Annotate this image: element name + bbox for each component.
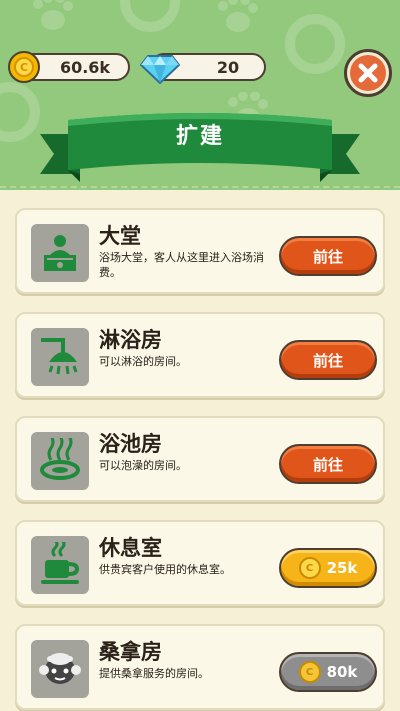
close-button[interactable] xyxy=(344,49,392,97)
room-description: 提供桑拿服务的房间。 xyxy=(99,667,209,680)
coin-icon: C xyxy=(298,557,321,579)
gem-amount: 20 xyxy=(216,57,240,77)
close-icon xyxy=(358,63,378,83)
room-title: 淋浴房 xyxy=(99,328,162,352)
room-card-sauna: 桑拿房 提供桑拿服务的房间。 C 80k xyxy=(15,624,385,710)
go-button[interactable]: 前往 xyxy=(279,444,377,484)
swirl-decoration xyxy=(0,82,40,142)
reception-desk-icon xyxy=(31,224,89,282)
go-button[interactable]: 前往 xyxy=(279,340,377,380)
room-description: 供贵宾客户使用的休息室。 xyxy=(99,563,231,576)
room-card-lobby: 大堂 浴场大堂，客人从这里进入浴场消费。 前往 xyxy=(15,208,385,294)
hot-spring-icon xyxy=(31,432,89,490)
sauna-face-icon xyxy=(31,640,89,698)
room-card-shower: 淋浴房 可以淋浴的房间。 前往 xyxy=(15,312,385,398)
room-title: 桑拿房 xyxy=(99,640,162,664)
room-card-bath: 浴池房 可以泡澡的房间。 前往 xyxy=(15,416,385,502)
room-title: 浴池房 xyxy=(99,432,162,456)
room-description: 可以淋浴的房间。 xyxy=(99,355,187,368)
swirl-decoration xyxy=(120,0,180,32)
room-description: 浴场大堂，客人从这里进入浴场消费。 xyxy=(99,251,264,279)
shower-icon xyxy=(31,328,89,386)
swirl-decoration xyxy=(285,14,345,74)
room-title: 休息室 xyxy=(99,536,162,560)
room-card-lounge: 休息室 供贵宾客户使用的休息室。 C 25k xyxy=(15,520,385,606)
room-title: 大堂 xyxy=(99,224,141,248)
paw-print-decoration xyxy=(218,0,258,32)
coffee-cup-icon xyxy=(31,536,89,594)
coin-amount: 60.6k xyxy=(59,57,111,77)
coin-icon: C xyxy=(298,661,321,683)
room-description: 可以泡澡的房间。 xyxy=(99,459,187,472)
diamond-icon xyxy=(140,55,180,84)
buy-button[interactable]: C 25k xyxy=(279,548,377,588)
buy-button-locked[interactable]: C 80k xyxy=(279,652,377,692)
page-title: 扩建 xyxy=(175,124,224,149)
paw-print-decoration xyxy=(33,0,73,30)
go-button[interactable]: 前往 xyxy=(279,236,377,276)
coin-icon: C xyxy=(8,51,40,83)
